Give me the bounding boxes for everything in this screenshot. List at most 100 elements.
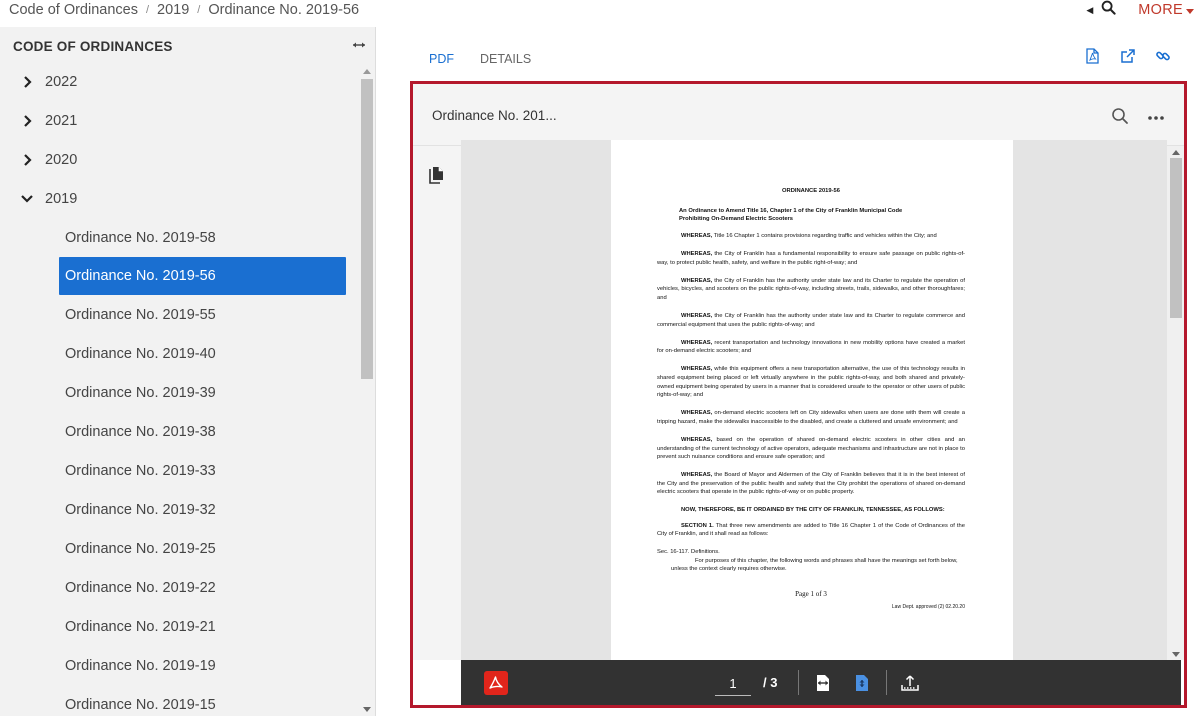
- viewer-title: Ordinance No. 201...: [432, 108, 557, 123]
- scroll-up-arrow-icon[interactable]: [363, 69, 371, 74]
- chevron-down-icon[interactable]: [20, 194, 34, 203]
- scrollbar-thumb[interactable]: [361, 79, 373, 379]
- doc-paragraph-text: Title 16 Chapter 1 contains provisions r…: [712, 233, 937, 239]
- tree-item-ordinance[interactable]: Ordinance No. 2019-39: [0, 373, 360, 412]
- tree-year-2019[interactable]: 2019: [0, 179, 360, 218]
- doc-whereas-paragraph: WHEREAS, on-demand electric scooters lef…: [657, 409, 965, 426]
- chevron-down-icon: [1186, 8, 1194, 14]
- doc-heading: ORDINANCE 2019-56: [782, 188, 840, 194]
- tree-item-ordinance-active[interactable]: Ordinance No. 2019-56: [59, 257, 346, 295]
- document-actions: [1085, 48, 1170, 64]
- fit-width-icon[interactable]: [814, 674, 832, 692]
- collapse-sidebar-icon[interactable]: [352, 38, 366, 53]
- doc-whereas-paragraph: WHEREAS, the City of Franklin has the au…: [657, 312, 965, 329]
- more-label: MORE: [1138, 2, 1183, 18]
- doc-paragraph-lead: WHEREAS,: [681, 472, 713, 479]
- tree-item-ordinance[interactable]: Ordinance No. 2019-58: [0, 218, 360, 257]
- doc-paragraph-lead: WHEREAS,: [681, 251, 713, 258]
- external-link-icon[interactable]: [1120, 48, 1135, 63]
- adobe-acrobat-icon[interactable]: [484, 671, 508, 695]
- tree-year-label: 2019: [45, 190, 78, 207]
- doc-paragraph-lead: WHEREAS,: [681, 339, 713, 346]
- doc-sec-definitions-body: For purposes of this chapter, the follow…: [671, 557, 958, 573]
- page-total: / 3: [763, 675, 778, 690]
- breadcrumb: Code of Ordinances / 2019 / Ordinance No…: [9, 0, 359, 20]
- tree-item-ordinance[interactable]: Ordinance No. 2019-22: [0, 568, 360, 607]
- doc-subheading-line: An Ordinance to Amend Title 16, Chapter …: [679, 208, 903, 214]
- tree-item-ordinance[interactable]: Ordinance No. 2019-19: [0, 646, 360, 685]
- pdf-download-icon[interactable]: [1085, 48, 1100, 64]
- scroll-up-arrow-icon[interactable]: [1172, 150, 1180, 155]
- toolbar-divider: [886, 670, 887, 695]
- breadcrumb-item-code-of-ordinances[interactable]: Code of Ordinances: [9, 2, 138, 18]
- doc-paragraph-lead: WHEREAS,: [681, 313, 713, 320]
- doc-paragraph-lead: WHEREAS,: [681, 410, 713, 417]
- chevron-right-icon[interactable]: [20, 114, 34, 127]
- viewer-toolbar: 1 / 3: [461, 660, 1181, 705]
- tree-year-2022[interactable]: 2022: [0, 62, 360, 101]
- tree-item-ordinance[interactable]: Ordinance No. 2019-15: [0, 685, 360, 716]
- viewer-header: Ordinance No. 201...: [413, 84, 1184, 146]
- pdf-page: ORDINANCE 2019-56 An Ordinance to Amend …: [611, 140, 1013, 660]
- toc-tree: 2022 2021 2020 2019 Ordinance No. 2019-5…: [0, 62, 360, 716]
- search-expand-caret-icon[interactable]: ◀: [1086, 5, 1093, 16]
- sidebar-title: CODE OF ORDINANCES: [13, 39, 173, 54]
- doc-paragraph-lead: WHEREAS,: [681, 437, 713, 443]
- share-upload-icon[interactable]: [901, 674, 919, 692]
- doc-sec-definitions: Sec. 16-117. Definitions.: [657, 549, 720, 556]
- doc-paragraph-lead: WHEREAS,: [681, 233, 713, 239]
- chevron-right-icon[interactable]: [20, 75, 34, 88]
- top-bar: Code of Ordinances / 2019 / Ordinance No…: [0, 0, 1200, 26]
- doc-whereas-paragraph: WHEREAS, Title 16 Chapter 1 contains pro…: [657, 232, 965, 241]
- doc-subheading-line: Prohibiting On-Demand Electric Scooters: [679, 216, 794, 222]
- tree-item-ordinance[interactable]: Ordinance No. 2019-40: [0, 334, 360, 373]
- doc-paragraph-lead: WHEREAS,: [681, 366, 713, 373]
- doc-paragraph-lead: WHEREAS,: [681, 277, 713, 284]
- pdf-canvas[interactable]: ORDINANCE 2019-56 An Ordinance to Amend …: [461, 140, 1167, 660]
- tab-details[interactable]: DETAILS: [467, 48, 544, 70]
- tab-pdf[interactable]: PDF: [416, 48, 467, 70]
- doc-whereas-paragraph: WHEREAS, while this equipment offers a n…: [657, 365, 965, 399]
- content-tabs: PDF DETAILS: [416, 48, 544, 70]
- page-number-input[interactable]: 1: [715, 672, 751, 696]
- doc-whereas-paragraph: WHEREAS, the Board of Mayor and Aldermen…: [657, 471, 965, 497]
- tree-year-label: 2022: [45, 73, 78, 90]
- search-icon[interactable]: [1101, 0, 1116, 20]
- tree-item-ordinance[interactable]: Ordinance No. 2019-33: [0, 451, 360, 490]
- doc-whereas-paragraph: WHEREAS, based on the operation of share…: [657, 436, 965, 462]
- scrollbar-thumb[interactable]: [1170, 158, 1182, 318]
- breadcrumb-separator: /: [145, 4, 150, 16]
- viewer-scrollbar[interactable]: [1167, 146, 1184, 660]
- more-menu-button[interactable]: MORE: [1138, 2, 1194, 18]
- tree-item-ordinance[interactable]: Ordinance No. 2019-32: [0, 490, 360, 529]
- breadcrumb-separator: /: [197, 4, 201, 16]
- tree-item-ordinance[interactable]: Ordinance No. 2019-21: [0, 607, 360, 646]
- tree-year-2021[interactable]: 2021: [0, 101, 360, 140]
- page-thumbnails-icon[interactable]: [429, 166, 444, 189]
- doc-section-1: SECTION 1. That three new amendments are…: [657, 522, 965, 539]
- chevron-right-icon[interactable]: [20, 153, 34, 166]
- fit-page-icon[interactable]: [853, 674, 871, 692]
- doc-paragraphs: WHEREAS, Title 16 Chapter 1 contains pro…: [657, 232, 965, 497]
- tree-item-ordinance[interactable]: Ordinance No. 2019-38: [0, 412, 360, 451]
- breadcrumb-item-2019[interactable]: 2019: [157, 2, 189, 18]
- doc-whereas-paragraph: WHEREAS, the City of Franklin has a fund…: [657, 250, 965, 267]
- tree-item-ordinance[interactable]: Ordinance No. 2019-25: [0, 529, 360, 568]
- scroll-down-arrow-icon[interactable]: [1172, 652, 1180, 657]
- tree-year-2020[interactable]: 2020: [0, 140, 360, 179]
- sidebar: CODE OF ORDINANCES 2022 2021 2020 2019 O…: [0, 27, 376, 716]
- more-options-icon[interactable]: [1147, 108, 1165, 126]
- doc-section-lead: SECTION 1.: [681, 522, 714, 529]
- doc-page-number: Page 1 of 3: [795, 590, 827, 599]
- link-icon[interactable]: [1155, 48, 1170, 63]
- scroll-down-arrow-icon[interactable]: [363, 707, 371, 712]
- tree-item-ordinance[interactable]: Ordinance No. 2019-55: [0, 295, 360, 334]
- doc-subheading: An Ordinance to Amend Title 16, Chapter …: [657, 207, 965, 223]
- top-actions: ◀ MORE: [1086, 0, 1194, 20]
- pdf-viewer: Ordinance No. 201... ORDINANCE 2019-56 A…: [410, 81, 1187, 708]
- doc-law-dept-note: Law Dept. approved (2) 02.20.20: [891, 604, 965, 611]
- doc-now-therefore: NOW, THEREFORE, BE IT ORDAINED BY THE CI…: [681, 506, 945, 513]
- viewer-side-panel: [413, 146, 461, 660]
- sidebar-scrollbar[interactable]: [360, 67, 374, 716]
- search-icon[interactable]: [1111, 107, 1129, 125]
